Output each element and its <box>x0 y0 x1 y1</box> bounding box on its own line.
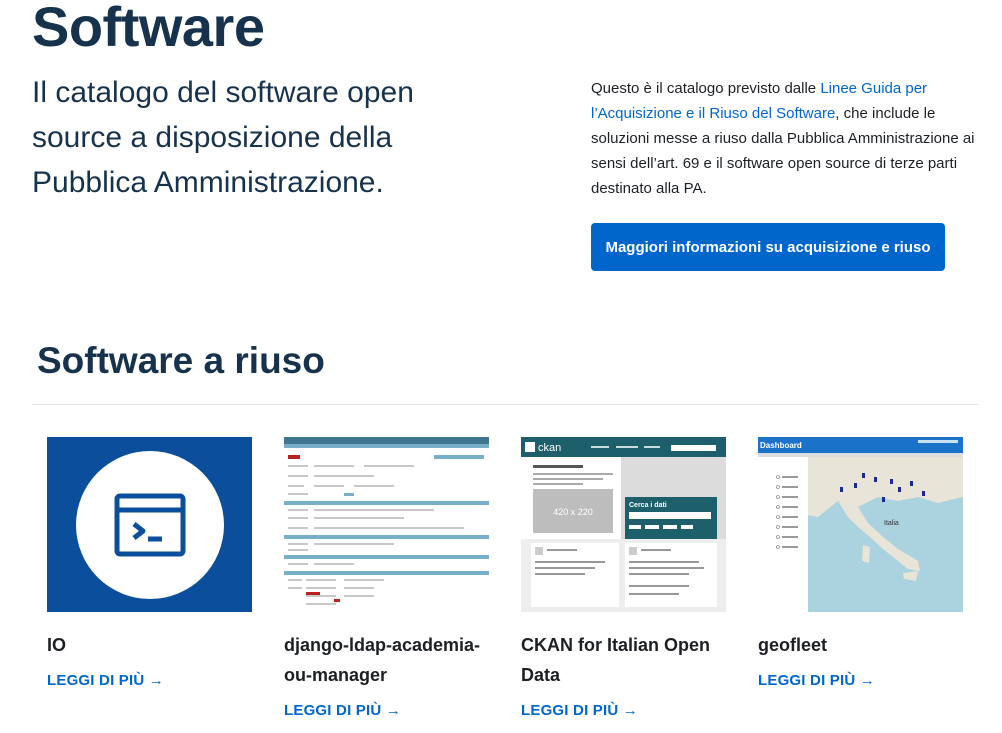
read-more-link[interactable]: LEGGI DI PIÙ → <box>284 702 489 719</box>
read-more-link[interactable]: LEGGI DI PIÙ → <box>47 672 252 689</box>
terminal-icon <box>114 493 185 556</box>
card-title: geofleet <box>758 635 828 655</box>
intro-text-prefix: Questo è il catalogo previsto dalle <box>591 80 821 97</box>
ckan-logo-text: ckan <box>538 442 561 454</box>
card-title: django-ldap-academia-ou-manager <box>284 635 481 685</box>
intro-text: Questo è il catalogo previsto dalle Line… <box>591 76 981 201</box>
page-subtitle: Il catalogo del software open source a d… <box>32 76 414 199</box>
geofleet-screenshot-thumbnail: Dashboard Italia <box>758 437 963 612</box>
card-image-ckan[interactable]: ckan 420 x 220 Cerca i dati <box>521 437 726 612</box>
django-screenshot-thumbnail <box>284 437 489 612</box>
card-title: IO <box>47 635 67 655</box>
map-country-label: Italia <box>884 520 899 527</box>
card-title: CKAN for Italian Open Data <box>521 635 711 685</box>
software-card-ckan: ckan 420 x 220 Cerca i dati CKAN for Ita… <box>521 437 726 719</box>
software-card-geofleet: Dashboard Italia geofleet LEGGI DI PIÙ → <box>758 437 963 689</box>
card-image-geofleet[interactable]: Dashboard Italia <box>758 437 963 612</box>
ckan-search-label: Cerca i dati <box>629 502 667 509</box>
software-card-django: django-ldap-academia-ou-manager LEGGI DI… <box>284 437 489 719</box>
card-image-django[interactable] <box>284 437 489 612</box>
ckan-screenshot-thumbnail: ckan 420 x 220 Cerca i dati <box>521 437 726 612</box>
card-image-io[interactable] <box>47 437 252 612</box>
section-divider <box>32 404 978 405</box>
more-info-button[interactable]: Maggiori informazioni su acquisizione e … <box>591 223 945 271</box>
section-title: Software a riuso <box>37 340 325 381</box>
read-more-link[interactable]: LEGGI DI PIÙ → <box>758 672 963 689</box>
page-title: Software <box>32 0 265 58</box>
map-header-text: Dashboard <box>760 441 802 450</box>
software-card-io: IO LEGGI DI PIÙ → <box>47 437 252 689</box>
read-more-link[interactable]: LEGGI DI PIÙ → <box>521 702 726 719</box>
ckan-placeholder-text: 420 x 220 <box>553 507 593 517</box>
